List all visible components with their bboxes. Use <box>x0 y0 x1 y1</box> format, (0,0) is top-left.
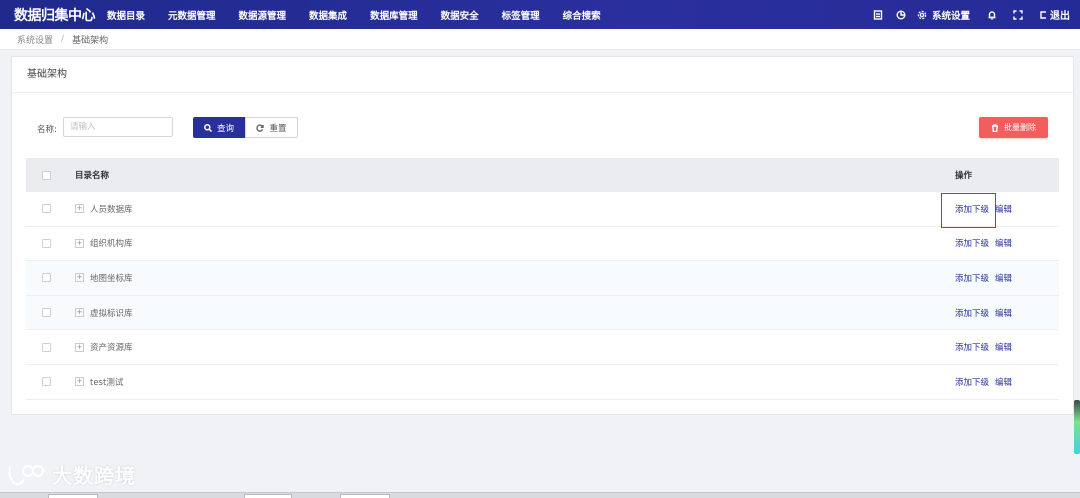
bottom-taskbar-strip <box>0 492 1080 498</box>
add-child-link[interactable]: 添加下级 <box>955 272 989 284</box>
trash-icon <box>992 123 998 132</box>
search-icon <box>204 123 212 132</box>
batch-delete-button[interactable]: 批量删除 <box>979 117 1048 138</box>
doc-icon[interactable] <box>872 9 884 21</box>
expand-icon[interactable]: + <box>75 204 84 214</box>
name-search-input[interactable] <box>63 117 173 137</box>
breadcrumb-separator: / <box>61 34 65 44</box>
watermark: 大数跨境 <box>6 460 136 489</box>
table-row: + 人员数据库 添加下级 编辑 <box>26 192 1059 228</box>
batch-delete-label: 批量删除 <box>1004 123 1036 132</box>
add-child-link[interactable]: 添加下级 <box>955 341 989 353</box>
breadcrumb-root[interactable]: 系统设置 <box>17 33 53 46</box>
expand-icon[interactable]: + <box>75 342 84 352</box>
edit-link[interactable]: 编辑 <box>995 307 1012 319</box>
row-name: 资产资源库 <box>90 343 133 354</box>
logout-label: 退出 <box>1050 11 1070 22</box>
card-title: 基础架构 <box>12 57 1073 93</box>
row-name: 虚拟标识库 <box>90 308 133 319</box>
bell-icon[interactable] <box>986 9 998 21</box>
watermark-logo-icon <box>8 464 44 485</box>
expand-icon[interactable]: + <box>75 273 84 283</box>
catalog-table: 目录名称 操作 + 人员数据库 添加下级 编辑 + 组织机构库 添加下级 编辑 + 地… <box>26 158 1059 400</box>
row-checkbox[interactable] <box>41 377 51 387</box>
logout-button[interactable]: 退出 <box>1033 7 1070 22</box>
top-right-tools: 系统设置 退出 <box>861 0 1070 29</box>
select-all-checkbox[interactable] <box>41 170 51 180</box>
expand-icon[interactable]: + <box>75 238 84 248</box>
name-filter-label: 名称: <box>37 125 57 135</box>
table-row: + 虚拟标识库 添加下级 编辑 <box>26 295 1059 331</box>
breadcrumb-current: 基础架构 <box>72 35 109 46</box>
table-row: + 组织机构库 添加下级 编辑 <box>26 227 1059 262</box>
top-navigation-bar: 数据归集中心 数据目录 元数据管理 数据源管理 数据集成 数据库管理 数据安全 … <box>0 0 1080 29</box>
app-logo[interactable]: 数据归集中心 <box>0 5 100 25</box>
expand-icon[interactable]: + <box>75 377 84 387</box>
add-child-link[interactable]: 添加下级 <box>941 192 996 228</box>
row-name: 组织机构库 <box>90 239 133 250</box>
nav-item-metadata[interactable]: 元数据管理 <box>168 8 216 22</box>
edit-link[interactable]: 编辑 <box>995 341 1012 353</box>
row-checkbox[interactable] <box>41 238 51 248</box>
expand-icon[interactable]: + <box>75 308 84 318</box>
settings-label: 系统设置 <box>931 10 970 22</box>
add-child-link[interactable]: 添加下级 <box>955 376 989 388</box>
query-button[interactable]: 查询 <box>193 117 245 138</box>
refresh-icon <box>256 123 265 132</box>
column-header-action: 操作 <box>955 171 973 181</box>
pie-chart-icon[interactable] <box>895 9 907 21</box>
breadcrumb: 系统设置 / 基础架构 <box>0 29 1080 50</box>
edit-link[interactable]: 编辑 <box>995 203 1012 215</box>
nav-item-tags[interactable]: 标签管理 <box>502 8 540 22</box>
reset-button-label: 重置 <box>269 123 287 134</box>
nav-item-integration[interactable]: 数据集成 <box>309 8 347 22</box>
table-row: + 资产资源库 添加下级 编辑 <box>26 330 1059 365</box>
row-name: 地图坐标库 <box>90 273 133 284</box>
nav-item-search[interactable]: 综合搜索 <box>563 8 601 22</box>
column-header-name: 目录名称 <box>75 171 110 181</box>
row-name: test测试 <box>90 377 124 388</box>
row-name: 人员数据库 <box>90 204 133 215</box>
content-card: 基础架构 名称: 查询 重置 批量删除 目录名称 操作 + 人员数据库 添加下级 … <box>11 56 1074 415</box>
add-child-link[interactable]: 添加下级 <box>955 237 989 249</box>
side-scroll-indicator[interactable] <box>1074 400 1080 454</box>
watermark-text: 大数跨境 <box>52 464 136 488</box>
nav-item-security[interactable]: 数据安全 <box>441 8 479 22</box>
row-checkbox[interactable] <box>41 204 51 214</box>
table-row: + test测试 添加下级 编辑 <box>26 365 1059 400</box>
logout-icon <box>1037 9 1049 21</box>
row-checkbox[interactable] <box>41 342 51 352</box>
main-nav: 数据目录 元数据管理 数据源管理 数据集成 数据库管理 数据安全 标签管理 综合… <box>100 0 624 29</box>
query-button-label: 查询 <box>216 123 234 134</box>
nav-item-data-catalog[interactable]: 数据目录 <box>107 8 145 22</box>
table-header: 目录名称 操作 <box>26 158 1059 192</box>
table-row: + 地图坐标库 添加下级 编辑 <box>26 261 1059 296</box>
row-checkbox[interactable] <box>41 308 51 318</box>
row-checkbox[interactable] <box>41 273 51 283</box>
settings-menu[interactable]: 系统设置 <box>917 8 970 22</box>
reset-button[interactable]: 重置 <box>245 117 298 138</box>
nav-item-database[interactable]: 数据库管理 <box>370 8 418 22</box>
gear-icon <box>917 10 927 19</box>
add-child-link[interactable]: 添加下级 <box>955 307 989 319</box>
edit-link[interactable]: 编辑 <box>995 237 1012 249</box>
fullscreen-icon[interactable] <box>1012 9 1024 21</box>
edit-link[interactable]: 编辑 <box>995 376 1012 388</box>
edit-link[interactable]: 编辑 <box>995 272 1012 284</box>
nav-item-datasource[interactable]: 数据源管理 <box>239 8 287 22</box>
